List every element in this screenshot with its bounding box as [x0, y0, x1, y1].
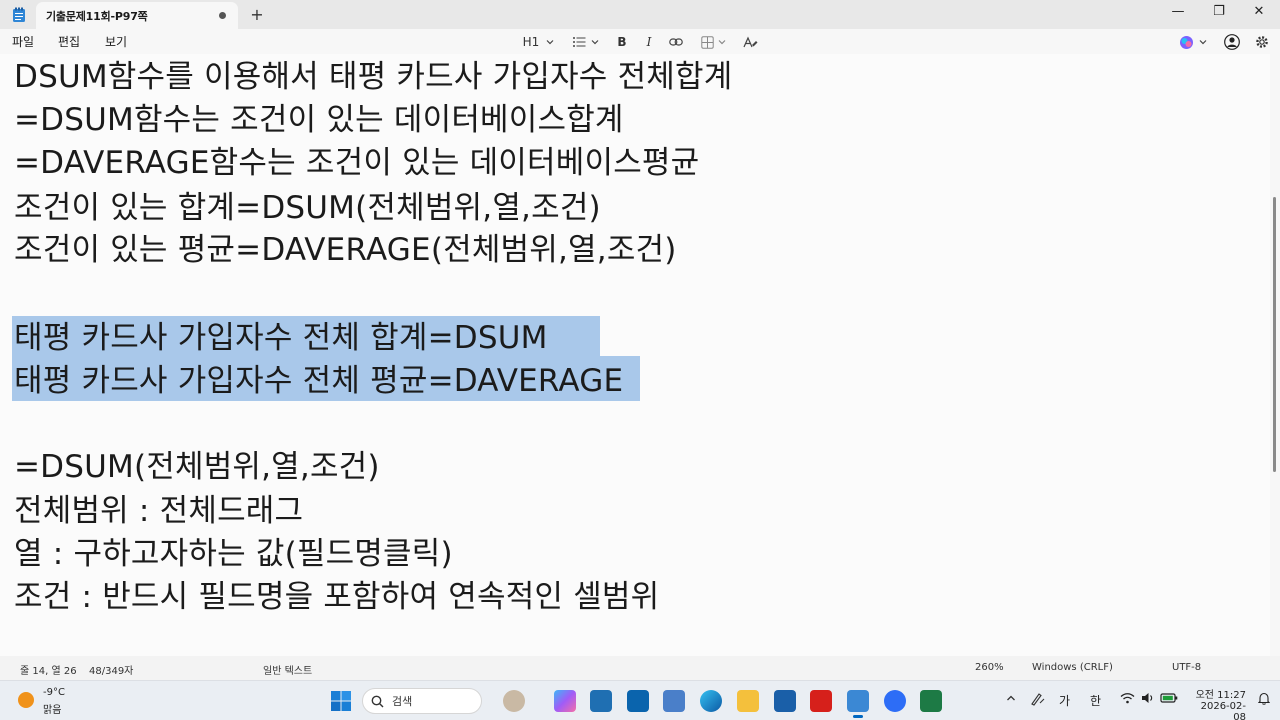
search-icon	[371, 695, 384, 707]
taskbar-app-zoom[interactable]	[884, 690, 906, 712]
menu-file[interactable]: 파일	[12, 33, 34, 50]
tab-title: 기출문제11회-P97쪽	[46, 9, 148, 23]
editor-line: =DSUM함수는 조건이 있는 데이터베이스합계	[14, 102, 624, 138]
account-icon	[1224, 34, 1240, 50]
zoom-level[interactable]: 260%	[975, 662, 1004, 673]
table-icon	[701, 35, 714, 49]
bold-button[interactable]: B	[614, 32, 630, 52]
taskbar-app-profile[interactable]	[503, 690, 525, 712]
chevron-down-icon	[1199, 40, 1206, 45]
clock-date[interactable]: 2026-02-08	[1188, 701, 1246, 720]
taskbar-app-edge[interactable]	[700, 690, 722, 712]
table-dropdown[interactable]	[699, 32, 729, 52]
taskbar-app-settings[interactable]	[663, 690, 685, 712]
editor-line: 조건 : 반드시 필드명을 포함하여 연속적인 셀범위	[14, 579, 660, 615]
line-ending[interactable]: Windows (CRLF)	[1032, 662, 1113, 673]
settings-button[interactable]	[1253, 32, 1271, 52]
italic-button[interactable]: I	[641, 32, 657, 52]
editor-line: 열 : 구하고자하는 값(필드명클릭)	[14, 536, 453, 572]
pen-menu-icon[interactable]	[1030, 692, 1046, 709]
scrollbar-thumb[interactable]	[1273, 197, 1276, 472]
taskbar-search[interactable]: 검색	[362, 688, 482, 714]
menu-view[interactable]: 보기	[105, 33, 127, 50]
vertical-scrollbar[interactable]	[1270, 54, 1280, 656]
text-editor[interactable]: DSUM함수를 이용해서 태평 카드사 가입자수 전체합계 =DSUM함수는 조…	[0, 54, 1270, 656]
status-bar: 줄 14, 열 26 48/349자 일반 텍스트 260% Windows (…	[0, 656, 1280, 680]
taskbar-app-acrobat[interactable]	[810, 690, 832, 712]
taskbar: -9°C 맑음 검색 가 한 오전 11:27 2026-02-08	[0, 680, 1280, 720]
notepad-app-icon	[12, 7, 26, 23]
editor-line: =DSUM(전체범위,열,조건)	[14, 449, 380, 485]
clear-format-icon	[742, 36, 757, 47]
start-button[interactable]	[330, 690, 352, 712]
gear-icon	[1256, 36, 1268, 48]
search-label: 검색	[392, 695, 413, 708]
editor-line: =DAVERAGE함수는 조건이 있는 데이터베이스평균	[14, 145, 700, 181]
taskbar-app-explorer[interactable]	[737, 690, 759, 712]
clear-format-button[interactable]	[741, 32, 759, 52]
weather-sun-icon[interactable]	[18, 692, 34, 708]
chevron-down-icon	[718, 40, 726, 45]
maximize-button[interactable]: ❐	[1204, 4, 1234, 22]
chevron-down-icon	[546, 40, 554, 45]
unsaved-dot-icon[interactable]	[219, 12, 226, 19]
clock-time[interactable]: 오전 11:27	[1194, 686, 1246, 701]
account-button[interactable]	[1223, 32, 1241, 52]
weather-temperature[interactable]: -9°C	[43, 687, 65, 698]
list-dropdown[interactable]	[570, 32, 602, 52]
editor-line: 전체범위 : 전체드래그	[14, 493, 304, 529]
encoding[interactable]: UTF-8	[1172, 662, 1201, 673]
copilot-icon	[1179, 35, 1193, 49]
taskbar-app-copilot[interactable]	[554, 690, 576, 712]
editor-line: 조건이 있는 합계=DSUM(전체범위,열,조건)	[14, 190, 601, 226]
taskbar-app-notepad[interactable]	[847, 690, 869, 718]
ime-language[interactable]: 한	[1090, 692, 1101, 709]
editor-line: 태평 카드사 가입자수 전체 합계=DSUM	[14, 320, 548, 356]
copilot-dropdown[interactable]	[1176, 32, 1210, 52]
chevron-down-icon	[591, 40, 599, 45]
menu-edit[interactable]: 편집	[58, 33, 80, 50]
volume-icon[interactable]	[1141, 692, 1155, 707]
editor-line: DSUM함수를 이용해서 태평 카드사 가입자수 전체합계	[14, 59, 733, 95]
link-button[interactable]	[667, 32, 685, 52]
editor-line: 태평 카드사 가입자수 전체 평균=DAVERAGE	[14, 363, 624, 399]
taskbar-app-hancom[interactable]	[774, 690, 796, 712]
new-tab-button[interactable]: +	[248, 6, 266, 24]
cursor-position: 줄 14, 열 26	[20, 666, 77, 677]
close-button[interactable]: ✕	[1244, 4, 1274, 22]
minimize-button[interactable]: —	[1163, 4, 1193, 22]
taskbar-app-excel[interactable]	[920, 690, 942, 712]
link-icon	[669, 38, 683, 46]
wifi-icon[interactable]	[1120, 692, 1135, 707]
taskbar-app-outlook[interactable]	[627, 690, 649, 712]
notification-bell-icon[interactable]	[1257, 692, 1271, 708]
taskbar-app-store[interactable]	[590, 690, 612, 712]
menu-bar: 파일 편집 보기 H1 B I	[0, 29, 1280, 54]
document-tab[interactable]: 기출문제11회-P97쪽	[36, 2, 238, 29]
title-bar: 기출문제11회-P97쪽 + — ❐ ✕	[0, 0, 1280, 29]
editor-line: 조건이 있는 평균=DAVERAGE(전체범위,열,조건)	[14, 232, 677, 268]
heading-label: H1	[522, 35, 540, 49]
battery-icon[interactable]	[1160, 692, 1178, 707]
tray-overflow-chevron-up-icon[interactable]	[1005, 692, 1017, 707]
heading-dropdown[interactable]: H1	[522, 32, 556, 52]
weather-condition[interactable]: 맑음	[43, 701, 61, 716]
windows-logo-icon	[331, 691, 351, 711]
list-icon	[573, 37, 586, 47]
ime-mode[interactable]: 가	[1059, 692, 1070, 709]
text-format[interactable]: 일반 텍스트	[263, 662, 312, 677]
character-count: 48/349자	[89, 666, 134, 677]
